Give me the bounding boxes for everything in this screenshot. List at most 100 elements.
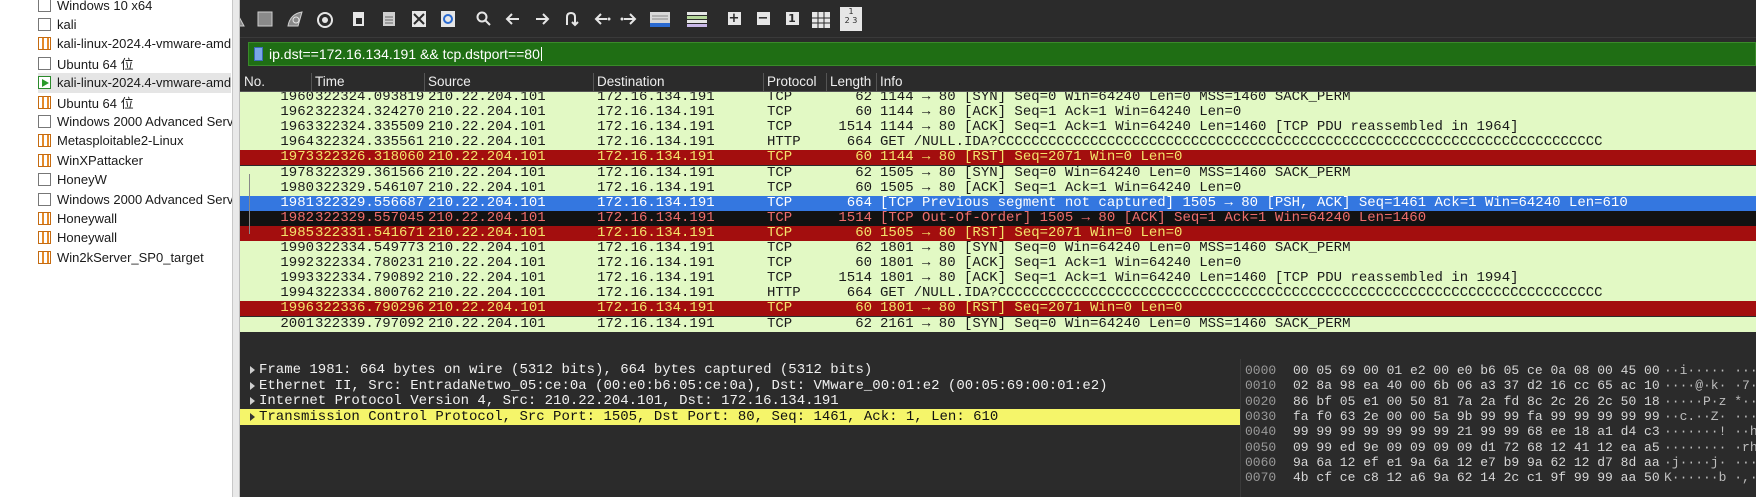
bookmark-icon[interactable] bbox=[254, 47, 263, 61]
vm-library-item[interactable]: Windows 10 x64 bbox=[38, 0, 152, 15]
capture-options-icon[interactable] bbox=[314, 8, 336, 30]
detail-text: Internet Protocol Version 4, Src: 210.22… bbox=[259, 393, 839, 409]
detail-tree-item[interactable]: Frame 1981: 664 bytes on wire (5312 bits… bbox=[240, 362, 1240, 378]
packet-cell-info: 2161 → 80 [SYN] Seq=0 Win=64240 Len=0 MS… bbox=[880, 315, 1351, 332]
packet-cell-info: 1505 → 80 [RST] Seq=2071 Win=0 Len=0 bbox=[880, 224, 1183, 241]
packet-row[interactable]: 1993 322334.790892 210.22.204.101 172.16.13… bbox=[240, 270, 1756, 287]
vm-library-item[interactable]: HoneyW bbox=[38, 170, 107, 190]
packet-cell-info: GET /NULL.IDA?CCCCCCCCCCCCCCCCCCCCCCCCCC… bbox=[880, 134, 1603, 151]
expand-arrow-icon[interactable] bbox=[250, 397, 255, 405]
packet-cell-dst: 172.16.134.191 bbox=[597, 255, 715, 272]
vm-library-item[interactable]: kali bbox=[38, 14, 77, 34]
start-capture-icon[interactable] bbox=[240, 8, 248, 30]
packet-list[interactable]: 1960 322324.093819 210.22.204.101 172.16.13… bbox=[240, 92, 1756, 357]
vm-library-item[interactable]: Metasploitable2-Linux bbox=[38, 131, 183, 151]
restart-capture-icon[interactable] bbox=[284, 8, 306, 30]
column-header-proto[interactable]: Protocol bbox=[763, 73, 817, 91]
reload-file-icon[interactable] bbox=[437, 8, 459, 30]
packet-cell-src: 210.22.204.101 bbox=[428, 209, 546, 226]
open-file-icon[interactable] bbox=[348, 8, 370, 30]
column-header-len[interactable]: Length bbox=[826, 73, 871, 91]
last-packet-icon[interactable] bbox=[619, 8, 641, 30]
packet-row[interactable]: 1960 322324.093819 210.22.204.101 172.16.13… bbox=[240, 92, 1756, 105]
packet-cell-no: 1992 bbox=[280, 255, 314, 272]
auto-scroll-icon[interactable] bbox=[649, 8, 671, 30]
packet-row[interactable]: 1964 322324.335561 210.22.204.101 172.16.13… bbox=[240, 134, 1756, 151]
save-file-icon[interactable] bbox=[378, 8, 400, 30]
normal-size-icon[interactable]: 1 bbox=[781, 8, 803, 30]
close-file-icon[interactable] bbox=[408, 8, 430, 30]
stop-capture-icon[interactable] bbox=[254, 8, 276, 30]
packet-cell-proto: TCP bbox=[767, 194, 793, 211]
packet-row[interactable]: 1978 322329.361566 210.22.204.101 172.16.13… bbox=[240, 165, 1756, 181]
packet-row[interactable]: 1981 322329.556687 210.22.204.101 172.16.13… bbox=[240, 194, 1756, 211]
hex-bytes: 4b cf ce c8 12 a6 9a 62 14 2c c1 9f 99 9… bbox=[1293, 470, 1660, 486]
colorize-icon[interactable] bbox=[686, 8, 708, 30]
packet-row[interactable]: 1982 322329.557045 210.22.204.101 172.16.13… bbox=[240, 209, 1756, 226]
vm-library-item[interactable]: kali-linux-2024.4-vmware-amd bbox=[38, 34, 231, 54]
resize-columns-icon[interactable] bbox=[810, 8, 832, 30]
column-header-time[interactable]: Time bbox=[311, 73, 345, 91]
packet-row[interactable]: 1994 322334.800762 210.22.204.101 172.16.13… bbox=[240, 285, 1756, 302]
go-to-packet-icon[interactable] bbox=[560, 8, 582, 30]
vm-library-item[interactable]: Windows 2000 Advanced Serv bbox=[38, 111, 232, 131]
column-header-no[interactable]: No. bbox=[241, 73, 265, 91]
packet-cell-len: 664 bbox=[846, 134, 872, 151]
packet-row[interactable]: 1973 322326.318060 210.22.204.101 172.16.13… bbox=[240, 149, 1756, 166]
packet-cell-dst: 172.16.134.191 bbox=[597, 270, 715, 287]
detail-text: Ethernet II, Src: EntradaNetwo_05:ce:0a … bbox=[259, 377, 1108, 394]
packet-cell-no: 1960 bbox=[280, 92, 314, 105]
vm-library-item[interactable]: Ubuntu 64 位 bbox=[38, 53, 134, 73]
packet-row[interactable]: 1996 322336.790296 210.22.204.101 172.16.13… bbox=[240, 300, 1756, 317]
packet-cell-time: 322324.335561 bbox=[315, 134, 425, 151]
resize-icon[interactable]: 1 2 3 bbox=[840, 7, 862, 31]
packet-cell-info: [TCP Out-Of-Order] 1505 → 80 [ACK] Seq=1… bbox=[880, 209, 1427, 226]
vm-library-item[interactable]: Honeywall bbox=[38, 208, 117, 228]
packet-row[interactable]: 2001 322339.797092 210.22.204.101 172.16.13… bbox=[240, 315, 1756, 332]
vm-item-label: Metasploitable2-Linux bbox=[57, 133, 184, 149]
detail-tree-item[interactable]: Ethernet II, Src: EntradaNetwo_05:ce:0a … bbox=[240, 378, 1240, 394]
display-filter-input[interactable]: ip.dst==172.16.134.191 && tcp.dstport==8… bbox=[269, 45, 542, 63]
go-back-icon[interactable] bbox=[502, 8, 524, 30]
vm-library-item[interactable]: Win2kServer_SP0_target bbox=[38, 247, 204, 267]
column-header-src[interactable]: Source bbox=[424, 73, 471, 91]
hex-ascii: ··c.··Z· ········ bbox=[1664, 408, 1756, 424]
packet-row[interactable]: 1985 322331.541671 210.22.204.101 172.16.13… bbox=[240, 224, 1756, 241]
first-packet-icon[interactable] bbox=[590, 8, 612, 30]
packet-cell-no: 1963 bbox=[280, 119, 314, 136]
expand-arrow-icon[interactable] bbox=[250, 381, 255, 390]
packet-cell-len: 60 bbox=[855, 179, 872, 196]
zoom-out-icon[interactable]: − bbox=[752, 8, 774, 30]
packet-row[interactable]: 1990 322334.549773 210.22.204.101 172.16.13… bbox=[240, 241, 1756, 256]
packet-row[interactable]: 1963 322324.335509 210.22.204.101 172.16.13… bbox=[240, 119, 1756, 136]
packet-cell-time: 322334.800762 bbox=[315, 285, 425, 302]
vm-library-item[interactable]: Honeywall bbox=[38, 228, 117, 248]
pane-divider[interactable] bbox=[233, 0, 240, 497]
vm-item-label: Ubuntu 64 位 bbox=[57, 56, 134, 72]
detail-tree-item[interactable]: Internet Protocol Version 4, Src: 210.22… bbox=[240, 393, 1240, 409]
expand-arrow-icon[interactable] bbox=[250, 366, 255, 374]
packet-row[interactable]: 1980 322329.546107 210.22.204.101 172.16.13… bbox=[240, 179, 1756, 196]
vm-library-item[interactable]: Ubuntu 64 位 bbox=[38, 92, 134, 112]
packet-cell-len: 60 bbox=[855, 149, 872, 166]
packet-row[interactable]: 1962 322324.324270 210.22.204.101 172.16.13… bbox=[240, 104, 1756, 121]
packet-cell-proto: TCP bbox=[767, 300, 793, 317]
hex-ascii: ··i····· ······E· bbox=[1664, 363, 1756, 378]
packet-details-pane[interactable]: Frame 1981: 664 bytes on wire (5312 bits… bbox=[240, 359, 1240, 497]
packet-bytes-pane[interactable]: 0000 00 05 69 00 01 e2 00 e0 b6 05 ce 0a … bbox=[1240, 359, 1756, 497]
vm-library-item[interactable]: kali-linux-2024.4-vmware-amd bbox=[38, 72, 232, 93]
main-toolbar: + − 1 1 2 3 bbox=[240, 0, 1756, 38]
vm-item-label: Windows 2000 Advanced Serv bbox=[57, 191, 233, 207]
expand-arrow-icon[interactable] bbox=[250, 412, 255, 421]
vm-library-item[interactable]: Windows 2000 Advanced Serv bbox=[38, 189, 233, 209]
find-packet-icon[interactable] bbox=[473, 8, 495, 30]
detail-tree-item[interactable]: Transmission Control Protocol, Src Port:… bbox=[240, 408, 1240, 425]
packet-cell-src: 210.22.204.101 bbox=[428, 255, 546, 272]
zoom-in-icon[interactable]: + bbox=[723, 8, 745, 30]
go-forward-icon[interactable] bbox=[531, 8, 553, 30]
packet-row[interactable]: 1992 322334.780231 210.22.204.101 172.16.13… bbox=[240, 255, 1756, 272]
packet-cell-dst: 172.16.134.191 bbox=[597, 104, 715, 121]
column-header-info[interactable]: Info bbox=[876, 73, 903, 91]
column-header-dst[interactable]: Destination bbox=[593, 73, 665, 91]
vm-library-item[interactable]: WinXPattacker bbox=[38, 150, 143, 170]
